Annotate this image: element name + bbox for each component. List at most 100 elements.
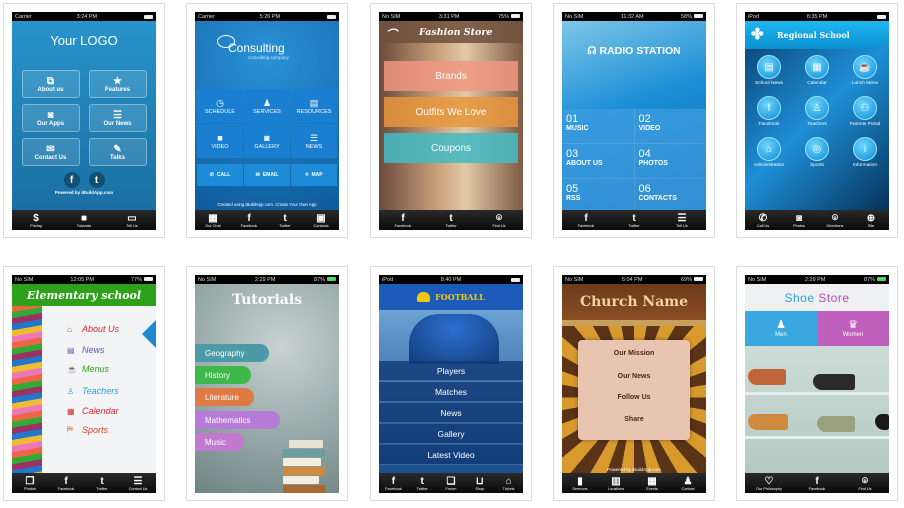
tab-item[interactable]: f Facebook [379, 477, 408, 492]
menu-item[interactable]: Share [578, 408, 690, 430]
menu-item[interactable]: 06 CONTACTS [634, 179, 706, 210]
menu-item[interactable]: ◎ Sports [793, 137, 841, 168]
menu-item[interactable]: 05 RSS [562, 179, 634, 210]
menu-pill[interactable]: Literature [195, 388, 254, 406]
email-button[interactable]: ✉ EMAIL [244, 164, 290, 186]
grid-item[interactable]: ◙ GALLERY [244, 124, 290, 158]
grid-item[interactable]: ◷ SCHEDULE [197, 89, 243, 123]
tab-item[interactable]: ⌂ Tickets [494, 477, 523, 492]
tab-item[interactable]: ▦ Events [636, 477, 668, 492]
tab-item[interactable]: ⌾ Find Us [483, 214, 515, 229]
tab-item[interactable]: ⊔ Shop [465, 477, 494, 492]
grid-item[interactable]: ♟ SERVICES [244, 89, 290, 123]
menu-button[interactable]: ✉ Contact Us [21, 138, 80, 166]
tab-item[interactable]: ▦ Our Chat [197, 214, 229, 229]
tab-item[interactable]: ♡ Our Philosophy [753, 477, 785, 492]
facebook-icon[interactable]: f [63, 172, 80, 188]
tab-item[interactable]: ☰ Contact Us [122, 477, 154, 492]
tab-item[interactable]: ▮ Sermons [564, 477, 596, 492]
menu-item[interactable]: ▦ Calendar [67, 406, 119, 416]
menu-item[interactable]: Outfits We Love [384, 97, 518, 127]
menu-item[interactable]: ▤ News [67, 345, 105, 355]
tab-item[interactable]: ⌾ Find Us [849, 477, 881, 492]
women-button[interactable]: ♛ Women [817, 311, 889, 346]
menu-button[interactable]: ✎ Talks [88, 138, 147, 166]
menu-item[interactable]: ☕ Lunch Menu [841, 55, 889, 86]
menu-item[interactable]: 01 MUSIC [562, 109, 634, 143]
menu-item[interactable]: i Information [841, 137, 889, 168]
menu-item[interactable]: f Facebook [745, 96, 793, 127]
tab-item[interactable]: f Facebook [50, 477, 82, 492]
menu-item[interactable]: ♙ Teachers [793, 96, 841, 127]
menu-pill[interactable]: Mathematics [195, 411, 280, 429]
tab-item[interactable]: ❐ Photos [14, 477, 46, 492]
menu-item[interactable]: Coupons [384, 133, 518, 163]
menu-pill[interactable]: Geography [195, 344, 269, 362]
menu-item[interactable]: ⌂ Administration [745, 137, 793, 168]
tab-item[interactable]: ◙ Photos [783, 214, 815, 229]
tab-item[interactable]: ☰ Tell Us [666, 214, 698, 229]
app-card-consulting[interactable]: Carrier 5:26 PM Consulting Consulting com… [186, 3, 348, 238]
twitter-icon[interactable]: t [88, 172, 105, 188]
menu-button[interactable]: ⧉ About us [21, 70, 80, 98]
tab-item[interactable]: ✆ Call Us [747, 214, 779, 229]
map-button[interactable]: ⌾ MAP [291, 164, 337, 186]
menu-item[interactable]: Gallery [379, 424, 523, 444]
tab-item[interactable]: ■ Tutorials [68, 214, 100, 229]
menu-item[interactable]: ♙ Teachers [67, 386, 119, 396]
app-card-shoe-store[interactable]: No SIM 2:29 PM 87% Shoe Store ♟ Men ♛ Women … [736, 266, 898, 501]
menu-item[interactable]: Brands [384, 61, 518, 91]
menu-pill[interactable]: History [195, 366, 251, 384]
app-card-church[interactable]: No SIM 5:04 PM 69% Church Name Our Mission… [553, 266, 715, 501]
menu-item[interactable]: ▦ Calendar [793, 55, 841, 86]
tab-item[interactable]: f Facebook [570, 214, 602, 229]
menu-button[interactable]: ☰ Our News [88, 104, 147, 132]
app-card-football[interactable]: iPod 8:40 PM FOOTBALL Players Matches New… [370, 266, 532, 501]
menu-item[interactable]: News [379, 403, 523, 423]
menu-item[interactable]: 04 PHOTOS [634, 144, 706, 178]
menu-item[interactable]: 03 ABOUT US [562, 144, 634, 178]
menu-item[interactable]: Our News [578, 365, 690, 387]
tab-item[interactable]: ⌾ Directions [819, 214, 851, 229]
tab-item[interactable]: f Facebook [387, 214, 419, 229]
menu-item[interactable]: Latest Video [379, 445, 523, 465]
menu-item[interactable]: Matches [379, 382, 523, 402]
menu-item[interactable]: Follow Us [578, 386, 690, 408]
app-card-elementary-school[interactable]: No SIM 12:05 PM 77% Elementary school ⌂ Abo… [3, 266, 165, 501]
tab-item[interactable]: t Twitter [269, 214, 301, 229]
app-card-your-logo[interactable]: Carrier 3:24 PM Your LOGO ⧉ About us ★ Feat… [3, 3, 165, 238]
tab-item[interactable]: t Twitter [618, 214, 650, 229]
menu-button[interactable]: ◙ Our Apps [21, 104, 80, 132]
men-button[interactable]: ♟ Men [745, 311, 817, 346]
tab-item[interactable]: f Facebook [801, 477, 833, 492]
tab-item[interactable]: ▥ Locations [600, 477, 632, 492]
app-card-fashion-store[interactable]: No SIM 3:31 PM 75% ⌒ Fashion Store Brands O… [370, 3, 532, 238]
tab-item[interactable]: t Twitter [408, 477, 437, 492]
app-card-tutorials[interactable]: No SIM 2:29 PM 87% Tutorials Geography His… [186, 266, 348, 501]
menu-item[interactable]: ⚇ Parents Portal [841, 96, 889, 127]
menu-item[interactable]: Our Mission [578, 342, 690, 364]
menu-item[interactable]: ⌂ About Us [67, 324, 119, 334]
menu-item[interactable]: ⛿ Sports [67, 425, 108, 435]
grid-item[interactable]: ▤ RESOURCES [291, 89, 337, 123]
app-card-regional-school[interactable]: iPod 8:35 PM ✤ Regional School ▤ School New… [736, 3, 898, 238]
tab-item[interactable]: t Twitter [435, 214, 467, 229]
tab-item[interactable]: t Twitter [86, 477, 118, 492]
tab-item[interactable]: $ Pricing [20, 214, 52, 229]
tab-item[interactable]: ❏ Forum [437, 477, 466, 492]
menu-item[interactable]: Players [379, 361, 523, 381]
tab-item[interactable]: f Facebook [233, 214, 265, 229]
tab-item[interactable]: ⊕ Site [855, 214, 887, 229]
grid-item[interactable]: ☰ NEWS [291, 124, 337, 158]
grid-item[interactable]: ■ VIDEO [197, 124, 243, 158]
menu-item[interactable]: 02 VIDEO [634, 109, 706, 143]
menu-item[interactable]: ▤ School News [745, 55, 793, 86]
call-button[interactable]: ✆ CALL [197, 164, 243, 186]
tab-item[interactable]: ♟ Contact [672, 477, 704, 492]
menu-item[interactable]: ☕ Menus [67, 364, 109, 374]
tab-item[interactable]: ▣ Contacts [305, 214, 337, 229]
menu-button[interactable]: ★ Features [88, 70, 147, 98]
menu-pill[interactable]: Music [195, 433, 244, 451]
app-card-radio-station[interactable]: No SIM 11:32 AM 58% ☊ RADIO STATION 01 MUSI… [553, 3, 715, 238]
tab-item[interactable]: ▭ Tell Us [116, 214, 148, 229]
